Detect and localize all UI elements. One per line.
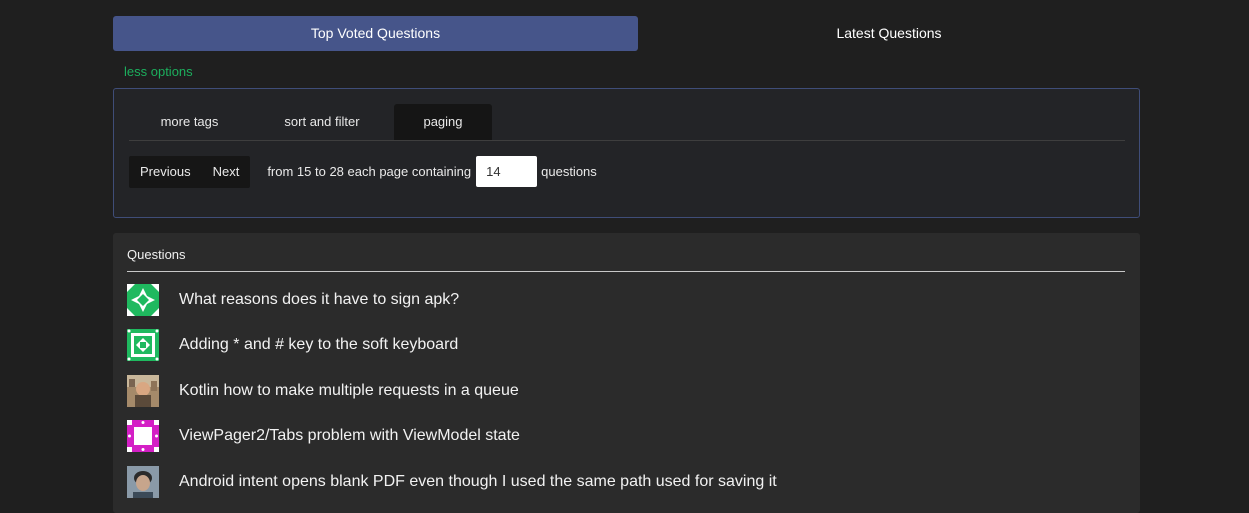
question-title[interactable]: What reasons does it have to sign apk?	[179, 291, 459, 309]
question-item[interactable]: Kotlin how to make multiple requests in …	[127, 368, 1125, 414]
questions-header: Questions	[127, 247, 1125, 272]
questions-list: What reasons does it have to sign apk? A…	[127, 277, 1125, 505]
person-photo-avatar	[127, 465, 159, 498]
previous-button[interactable]: Previous	[129, 156, 202, 188]
green-pattern-identicon-avatar	[127, 329, 159, 362]
green-identicon-avatar	[127, 283, 159, 316]
page-range-text: from 15 to 28 each page containing	[267, 164, 472, 179]
magenta-identicon-avatar	[127, 420, 159, 453]
options-panel: more tags sort and filter paging Previou…	[113, 88, 1140, 218]
pager-button-group: Previous Next	[129, 155, 251, 188]
question-title[interactable]: Android intent opens blank PDF even thou…	[179, 473, 777, 491]
question-item[interactable]: What reasons does it have to sign apk?	[127, 277, 1125, 323]
next-button[interactable]: Next	[202, 156, 251, 188]
page-size-suffix: questions	[541, 164, 597, 179]
question-item[interactable]: Adding * and # key to the soft keyboard	[127, 323, 1125, 369]
less-options-link[interactable]: less options	[124, 64, 193, 79]
paging-controls: Previous Next from 15 to 28 each page co…	[129, 155, 597, 188]
tab-sort-and-filter[interactable]: sort and filter	[250, 104, 394, 140]
photo-avatar	[127, 374, 159, 407]
question-tabs: Top Voted Questions Latest Questions	[113, 16, 1140, 51]
page-size-input[interactable]	[476, 156, 538, 187]
tab-paging[interactable]: paging	[394, 104, 492, 140]
question-item[interactable]: ViewPager2/Tabs problem with ViewModel s…	[127, 414, 1125, 460]
questions-panel: Questions What reasons does it have to s…	[113, 233, 1140, 513]
question-title[interactable]: Kotlin how to make multiple requests in …	[179, 382, 519, 400]
tab-more-tags[interactable]: more tags	[129, 104, 250, 140]
tab-top-voted[interactable]: Top Voted Questions	[113, 16, 638, 51]
question-title[interactable]: Adding * and # key to the soft keyboard	[179, 336, 458, 354]
tab-latest[interactable]: Latest Questions	[638, 16, 1140, 51]
options-tabs: more tags sort and filter paging	[129, 104, 1125, 141]
question-title[interactable]: ViewPager2/Tabs problem with ViewModel s…	[179, 427, 520, 445]
